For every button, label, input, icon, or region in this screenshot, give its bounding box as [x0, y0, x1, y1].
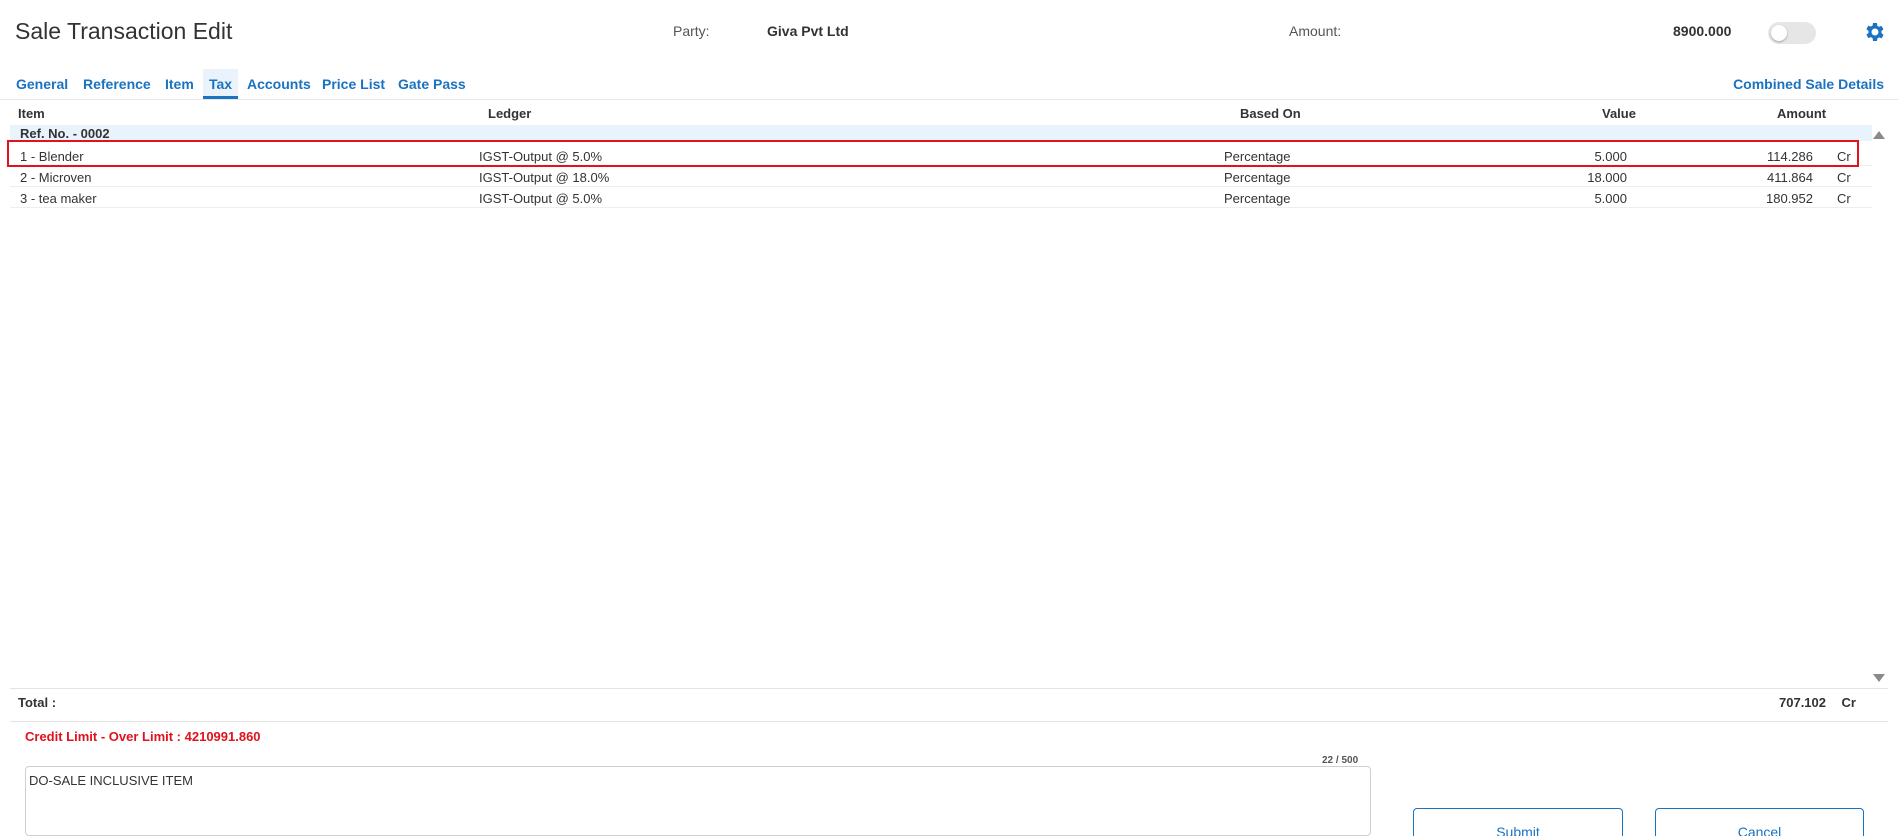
combined-sale-details-link[interactable]: Combined Sale Details — [1733, 69, 1884, 99]
cell-drcr: Cr — [1837, 149, 1851, 164]
total-drcr: Cr — [1841, 695, 1856, 710]
cancel-button[interactable]: Cancel — [1655, 808, 1864, 836]
tab-tax[interactable]: Tax — [203, 69, 239, 99]
group-label: Ref. No. - 0002 — [20, 126, 110, 141]
remarks-char-counter: 22 / 500 — [1322, 755, 1359, 766]
amount-value: 8900.000 — [1673, 23, 1732, 39]
triangle-up-icon[interactable] — [1873, 131, 1885, 139]
column-header-item: Item — [18, 106, 45, 121]
tab-price-list[interactable]: Price List — [316, 69, 391, 99]
cell-value: 18.000 — [1587, 170, 1627, 185]
submit-button[interactable]: Submit — [1413, 808, 1623, 836]
column-header-value: Value — [1602, 106, 1636, 121]
tab-item[interactable]: Item — [159, 69, 200, 99]
group-row: Ref. No. - 0002 — [10, 125, 1872, 141]
toggle-knob — [1771, 25, 1787, 41]
page-title: Sale Transaction Edit — [15, 18, 233, 44]
cell-item: 1 - Blender — [20, 149, 84, 164]
cell-based-on: Percentage — [1224, 191, 1291, 206]
tab-reference[interactable]: Reference — [77, 69, 157, 99]
remarks-field[interactable]: DO-SALE INCLUSIVE ITEM — [25, 766, 1371, 836]
party-value: Giva Pvt Ltd — [767, 23, 849, 39]
cell-ledger: IGST-Output @ 18.0% — [479, 170, 610, 185]
credit-limit-warning: Credit Limit - Over Limit : 4210991.860 — [25, 729, 261, 744]
tab-accounts[interactable]: Accounts — [241, 69, 317, 99]
column-header-ledger: Ledger — [488, 106, 532, 121]
table-row[interactable]: 2 - Microven IGST-Output @ 18.0% Percent… — [10, 166, 1872, 187]
cell-drcr: Cr — [1837, 170, 1851, 185]
triangle-down-icon[interactable] — [1873, 674, 1885, 682]
table-header: Item Ledger Based On Value Amount — [0, 101, 1898, 125]
cell-ledger: IGST-Output @ 5.0% — [479, 191, 603, 206]
cell-based-on: Percentage — [1224, 149, 1291, 164]
cell-item: 2 - Microven — [20, 170, 92, 185]
cell-amount: 114.286 — [1766, 149, 1813, 164]
cell-amount: 180.952 — [1766, 191, 1813, 206]
cell-based-on: Percentage — [1224, 170, 1291, 185]
cell-drcr: Cr — [1837, 191, 1851, 206]
column-header-based-on: Based On — [1240, 106, 1301, 121]
tab-bar: General Reference Item Tax Accounts Pric… — [0, 62, 1898, 100]
cell-value: 5.000 — [1594, 191, 1627, 206]
cell-value: 5.000 — [1594, 149, 1627, 164]
total-label: Total : — [18, 695, 57, 710]
tab-general[interactable]: General — [10, 69, 74, 99]
gear-icon[interactable] — [1862, 20, 1886, 44]
party-label: Party: — [673, 23, 710, 39]
cell-ledger: IGST-Output @ 5.0% — [479, 149, 603, 164]
amount-label: Amount: — [1289, 23, 1342, 39]
toggle-switch[interactable] — [1768, 22, 1816, 44]
tab-gate-pass[interactable]: Gate Pass — [392, 69, 472, 99]
table-row[interactable]: 1 - Blender IGST-Output @ 5.0% Percentag… — [10, 145, 1872, 166]
total-bar: Total : 707.102 Cr — [10, 688, 1888, 722]
cell-amount: 411.864 — [1766, 170, 1813, 185]
total-amount: 707.102 — [1779, 695, 1826, 710]
table-row[interactable]: 3 - tea maker IGST-Output @ 5.0% Percent… — [10, 187, 1872, 208]
header: Sale Transaction Edit Party: Giva Pvt Lt… — [0, 0, 1898, 62]
cell-item: 3 - tea maker — [20, 191, 97, 206]
column-header-amount: Amount — [1777, 106, 1827, 121]
